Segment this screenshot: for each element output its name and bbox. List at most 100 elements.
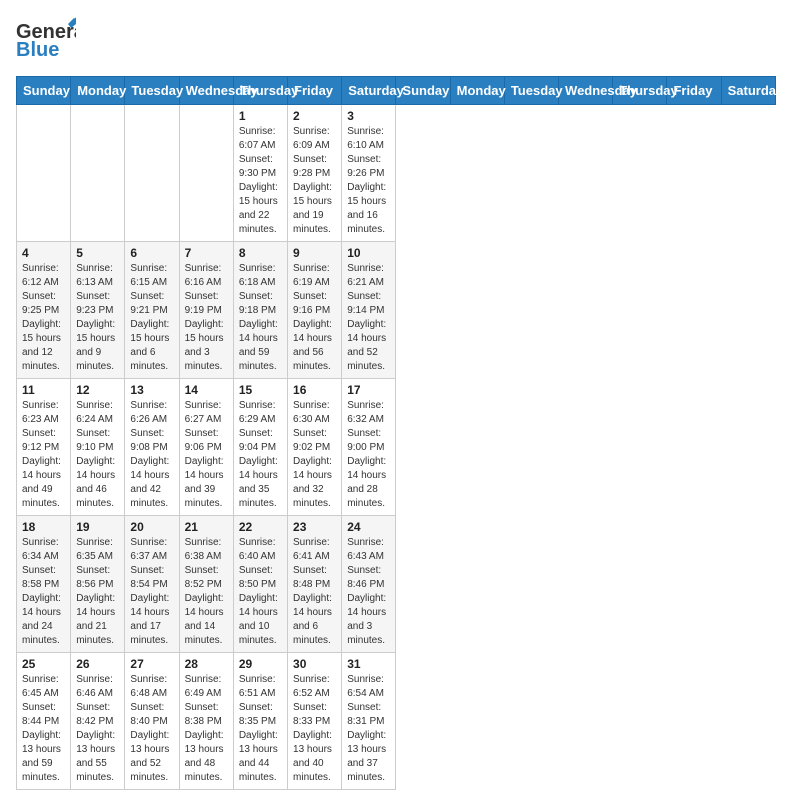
day-info: Sunrise: 6:10 AM Sunset: 9:26 PM Dayligh…	[347, 125, 390, 237]
calendar-cell: 14 Sunrise: 6:27 AM Sunset: 9:06 PM Dayli…	[179, 379, 233, 516]
day-info: Sunrise: 6:54 AM Sunset: 8:31 PM Dayligh…	[347, 673, 390, 785]
day-number: 17	[347, 383, 390, 397]
calendar-cell: 30 Sunrise: 6:52 AM Sunset: 8:33 PM Dayli…	[288, 653, 342, 790]
day-number: 16	[293, 383, 336, 397]
day-info: Sunrise: 6:21 AM Sunset: 9:14 PM Dayligh…	[347, 262, 390, 374]
calendar-cell: 31 Sunrise: 6:54 AM Sunset: 8:31 PM Dayli…	[342, 653, 396, 790]
calendar-cell: 12Sunrise: 6:24 AM Sunset: 9:10 PM Dayli…	[71, 379, 125, 516]
day-info: Sunrise: 6:45 AM Sunset: 8:44 PM Dayligh…	[22, 673, 65, 785]
day-number: 6	[130, 246, 173, 260]
day-number: 14	[185, 383, 228, 397]
calendar-week-row: 25 Sunrise: 6:45 AM Sunset: 8:44 PM Dayli…	[17, 653, 776, 790]
day-info: Sunrise: 6:24 AM Sunset: 9:10 PM Dayligh…	[76, 399, 119, 511]
calendar-cell: 8 Sunrise: 6:18 AM Sunset: 9:18 PM Daylig…	[233, 242, 287, 379]
day-number: 9	[293, 246, 336, 260]
day-number: 29	[239, 657, 282, 671]
calendar-week-row: 18 Sunrise: 6:34 AM Sunset: 8:58 PM Dayli…	[17, 516, 776, 653]
calendar-cell: 3 Sunrise: 6:10 AM Sunset: 9:26 PM Daylig…	[342, 105, 396, 242]
day-info: Sunrise: 6:18 AM Sunset: 9:18 PM Dayligh…	[239, 262, 282, 374]
day-info: Sunrise: 6:51 AM Sunset: 8:35 PM Dayligh…	[239, 673, 282, 785]
day-number: 25	[22, 657, 65, 671]
day-info: Sunrise: 6:43 AM Sunset: 8:46 PM Dayligh…	[347, 536, 390, 648]
day-number: 3	[347, 109, 390, 123]
calendar-cell: 17 Sunrise: 6:32 AM Sunset: 9:00 PM Dayli…	[342, 379, 396, 516]
day-number: 22	[239, 520, 282, 534]
day-info: Sunrise: 6:41 AM Sunset: 8:48 PM Dayligh…	[293, 536, 336, 648]
calendar-cell: 25 Sunrise: 6:45 AM Sunset: 8:44 PM Dayli…	[17, 653, 71, 790]
logo: General Blue	[16, 16, 76, 66]
calendar-cell: 4 Sunrise: 6:12 AM Sunset: 9:25 PM Daylig…	[17, 242, 71, 379]
calendar-cell: 16Sunrise: 6:30 AM Sunset: 9:02 PM Dayli…	[288, 379, 342, 516]
page-header: General Blue	[16, 16, 776, 66]
day-info: Sunrise: 6:16 AM Sunset: 9:19 PM Dayligh…	[185, 262, 228, 374]
calendar-cell: 26 Sunrise: 6:46 AM Sunset: 8:42 PM Dayli…	[71, 653, 125, 790]
day-info: Sunrise: 6:52 AM Sunset: 8:33 PM Dayligh…	[293, 673, 336, 785]
day-info: Sunrise: 6:12 AM Sunset: 9:25 PM Dayligh…	[22, 262, 65, 374]
day-number: 19	[76, 520, 119, 534]
calendar-cell: 29 Sunrise: 6:51 AM Sunset: 8:35 PM Dayli…	[233, 653, 287, 790]
calendar-cell	[179, 105, 233, 242]
day-number: 2	[293, 109, 336, 123]
day-number: 8	[239, 246, 282, 260]
day-number: 4	[22, 246, 65, 260]
day-info: Sunrise: 6:32 AM Sunset: 9:00 PM Dayligh…	[347, 399, 390, 511]
day-info: Sunrise: 6:37 AM Sunset: 8:54 PM Dayligh…	[130, 536, 173, 648]
day-info: Sunrise: 6:46 AM Sunset: 8:42 PM Dayligh…	[76, 673, 119, 785]
calendar-cell	[17, 105, 71, 242]
day-info: Sunrise: 6:26 AM Sunset: 9:08 PM Dayligh…	[130, 399, 173, 511]
day-info: Sunrise: 6:34 AM Sunset: 8:58 PM Dayligh…	[22, 536, 65, 648]
calendar-cell: 24 Sunrise: 6:43 AM Sunset: 8:46 PM Dayli…	[342, 516, 396, 653]
day-info: Sunrise: 6:07 AM Sunset: 9:30 PM Dayligh…	[239, 125, 282, 237]
day-header-friday: Friday	[667, 77, 721, 105]
day-number: 30	[293, 657, 336, 671]
calendar-table: SundayMondayTuesdayWednesdayThursdayFrid…	[16, 76, 776, 790]
day-header-tuesday: Tuesday	[125, 77, 179, 105]
day-header-sunday: Sunday	[396, 77, 450, 105]
day-number: 11	[22, 383, 65, 397]
calendar-cell: 18 Sunrise: 6:34 AM Sunset: 8:58 PM Dayli…	[17, 516, 71, 653]
day-info: Sunrise: 6:23 AM Sunset: 9:12 PM Dayligh…	[22, 399, 65, 511]
day-header-wednesday: Wednesday	[559, 77, 613, 105]
day-number: 21	[185, 520, 228, 534]
day-info: Sunrise: 6:13 AM Sunset: 9:23 PM Dayligh…	[76, 262, 119, 374]
day-number: 1	[239, 109, 282, 123]
day-number: 24	[347, 520, 390, 534]
logo-icon: General Blue	[16, 16, 76, 66]
day-info: Sunrise: 6:49 AM Sunset: 8:38 PM Dayligh…	[185, 673, 228, 785]
day-header-thursday: Thursday	[613, 77, 667, 105]
calendar-cell: 19 Sunrise: 6:35 AM Sunset: 8:56 PM Dayli…	[71, 516, 125, 653]
day-header-sunday: Sunday	[17, 77, 71, 105]
day-header-saturday: Saturday	[342, 77, 396, 105]
svg-text:Blue: Blue	[16, 39, 59, 61]
day-header-saturday: Saturday	[721, 77, 775, 105]
calendar-cell: 22Sunrise: 6:40 AM Sunset: 8:50 PM Dayli…	[233, 516, 287, 653]
calendar-cell: 28 Sunrise: 6:49 AM Sunset: 8:38 PM Dayli…	[179, 653, 233, 790]
calendar-week-row: 4 Sunrise: 6:12 AM Sunset: 9:25 PM Daylig…	[17, 242, 776, 379]
day-number: 28	[185, 657, 228, 671]
day-number: 15	[239, 383, 282, 397]
day-info: Sunrise: 6:27 AM Sunset: 9:06 PM Dayligh…	[185, 399, 228, 511]
day-info: Sunrise: 6:29 AM Sunset: 9:04 PM Dayligh…	[239, 399, 282, 511]
day-number: 20	[130, 520, 173, 534]
calendar-cell: 7 Sunrise: 6:16 AM Sunset: 9:19 PM Daylig…	[179, 242, 233, 379]
calendar-cell: 1 Sunrise: 6:07 AM Sunset: 9:30 PM Daylig…	[233, 105, 287, 242]
day-number: 7	[185, 246, 228, 260]
calendar-cell: 23 Sunrise: 6:41 AM Sunset: 8:48 PM Dayli…	[288, 516, 342, 653]
day-number: 10	[347, 246, 390, 260]
day-info: Sunrise: 6:15 AM Sunset: 9:21 PM Dayligh…	[130, 262, 173, 374]
calendar-cell: 15 Sunrise: 6:29 AM Sunset: 9:04 PM Dayli…	[233, 379, 287, 516]
day-number: 26	[76, 657, 119, 671]
calendar-cell: 13 Sunrise: 6:26 AM Sunset: 9:08 PM Dayli…	[125, 379, 179, 516]
day-header-tuesday: Tuesday	[504, 77, 558, 105]
day-number: 13	[130, 383, 173, 397]
day-info: Sunrise: 6:35 AM Sunset: 8:56 PM Dayligh…	[76, 536, 119, 648]
day-number: 31	[347, 657, 390, 671]
day-info: Sunrise: 6:48 AM Sunset: 8:40 PM Dayligh…	[130, 673, 173, 785]
day-header-wednesday: Wednesday	[179, 77, 233, 105]
calendar-cell: 6 Sunrise: 6:15 AM Sunset: 9:21 PM Daylig…	[125, 242, 179, 379]
calendar-cell: 10 Sunrise: 6:21 AM Sunset: 9:14 PM Dayli…	[342, 242, 396, 379]
day-number: 18	[22, 520, 65, 534]
calendar-cell: 2 Sunrise: 6:09 AM Sunset: 9:28 PM Daylig…	[288, 105, 342, 242]
day-info: Sunrise: 6:09 AM Sunset: 9:28 PM Dayligh…	[293, 125, 336, 237]
day-number: 23	[293, 520, 336, 534]
